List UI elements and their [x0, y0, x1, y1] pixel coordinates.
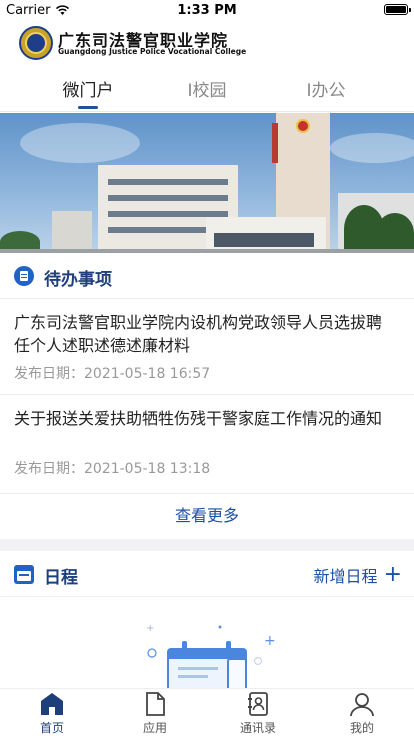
college-name-en: Guangdong Justice Police Vocational Coll… — [58, 47, 247, 56]
todo-item-date: 发布日期：2021-05-18 13:18 — [14, 461, 211, 477]
calendar-illustration-icon: + + — [146, 623, 276, 694]
document-icon — [14, 266, 34, 286]
top-tabs: 微门户 I校园 I办公 — [0, 66, 414, 112]
tabbar-item-contacts[interactable]: 通讯录 — [223, 691, 293, 736]
view-more-button[interactable]: 查看更多 — [0, 493, 414, 539]
document-icon — [146, 692, 165, 716]
schedule-section-title: 日程 — [44, 568, 78, 588]
add-schedule-button[interactable]: 新增日程 + — [314, 563, 402, 587]
active-tab-indicator — [78, 106, 98, 109]
tabbar-item-apps[interactable]: 应用 — [120, 691, 190, 736]
app-header: 广东司法警官职业学院 Guangdong Justice Police Voca… — [0, 20, 414, 66]
todo-section-title: 待办事项 — [44, 270, 112, 290]
schedule-section-header: 日程 新增日程 + — [0, 552, 414, 596]
plus-icon: + — [383, 562, 402, 587]
battery-icon — [384, 4, 411, 15]
add-schedule-label: 新增日程 — [313, 567, 378, 586]
status-bar: Carrier 1:33 PM — [0, 0, 414, 20]
tabbar-label: 我的 — [349, 721, 374, 735]
tabbar-item-home[interactable]: 首页 — [17, 691, 87, 736]
tab-office[interactable]: I办公 — [276, 76, 376, 101]
todo-item-2[interactable]: 关于报送关爱扶助牺牲伤残干警家庭工作情况的通知 发布日期：2021-05-18 … — [0, 394, 414, 493]
bottom-tab-bar: 首页 应用 通讯录 我的 — [0, 688, 414, 736]
todo-item-date: 发布日期：2021-05-18 16:57 — [14, 366, 211, 382]
tab-micro-portal[interactable]: 微门户 — [38, 76, 138, 101]
section-divider — [0, 539, 414, 551]
empty-schedule-illustration: + + — [0, 596, 414, 694]
calendar-icon — [14, 565, 34, 584]
todo-section-header: 待办事项 — [0, 254, 414, 298]
todo-item-title: 关于报送关爱扶助牺牲伤残干警家庭工作情况的通知 — [14, 409, 383, 428]
tabbar-label: 通讯录 — [239, 721, 276, 735]
svg-text:+: + — [146, 623, 154, 634]
todo-item-1[interactable]: 广东司法警官职业学院内设机构党政领导人员选拔聘任个人述职述德述廉材料 发布日期：… — [0, 298, 414, 394]
profile-icon — [350, 693, 374, 717]
svg-text:+: + — [264, 633, 276, 649]
tabbar-item-profile[interactable]: 我的 — [327, 691, 397, 736]
tabbar-label: 应用 — [142, 721, 167, 735]
home-icon — [41, 693, 63, 715]
contacts-icon — [248, 692, 268, 716]
status-time: 1:33 PM — [177, 3, 237, 18]
todo-item-title: 广东司法警官职业学院内设机构党政领导人员选拔聘任个人述职述德述廉材料 — [14, 313, 383, 355]
tab-campus[interactable]: I校园 — [157, 76, 257, 101]
campus-banner-image[interactable] — [0, 113, 414, 253]
college-logo — [19, 26, 53, 60]
tabbar-label: 首页 — [39, 721, 64, 735]
